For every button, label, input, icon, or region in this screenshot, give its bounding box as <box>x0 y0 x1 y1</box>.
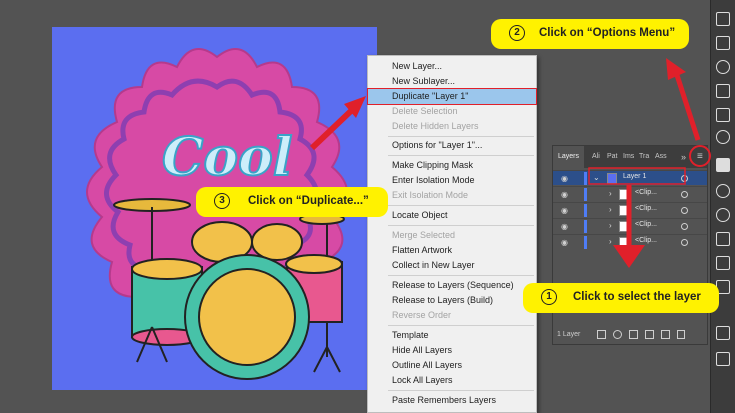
annotation-overlay <box>309 58 711 268</box>
options-menu-highlight-circle <box>689 145 711 167</box>
arrow-to-duplicate <box>309 107 355 151</box>
arrow-head <box>613 245 645 268</box>
arrow-to-options-menu <box>673 71 701 141</box>
layer-highlight-box <box>588 167 686 185</box>
